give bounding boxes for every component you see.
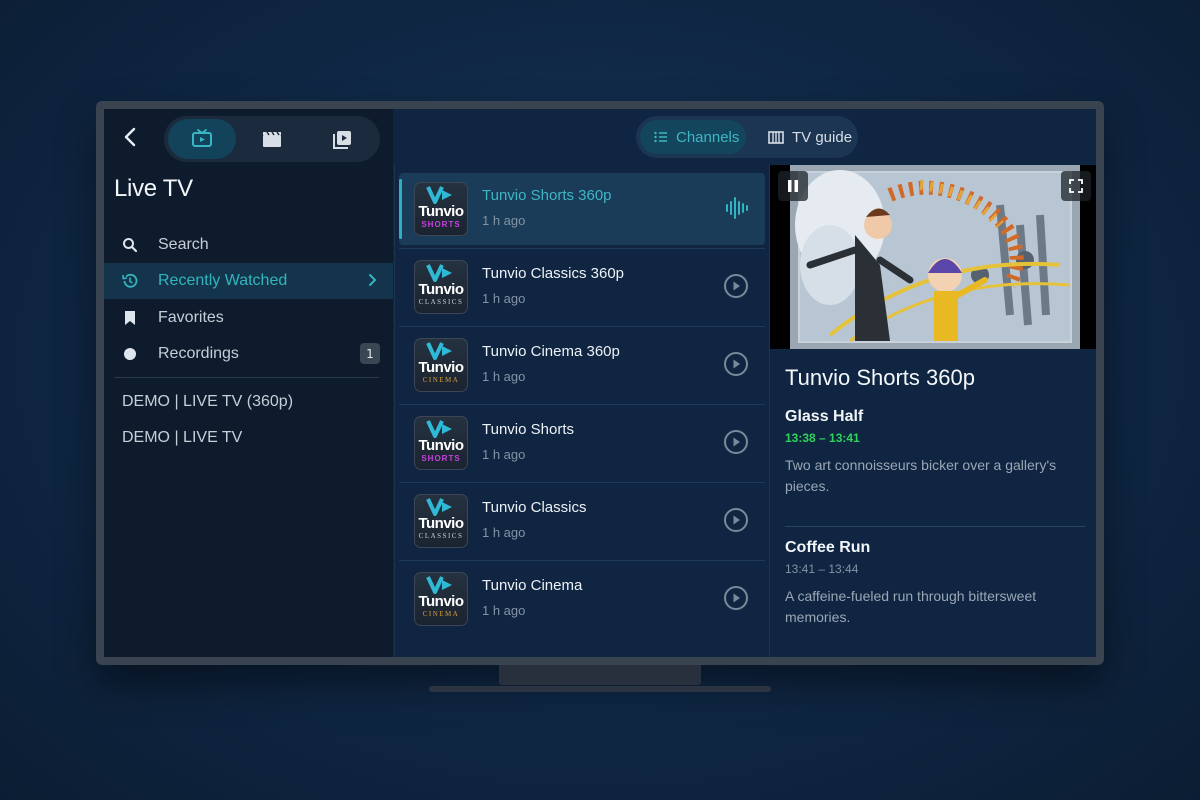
video-player[interactable] [770, 165, 1096, 349]
fullscreen-icon [1069, 179, 1083, 193]
channel-row[interactable]: Tunvio SHORTS Tunvio Shorts 1 h ago [399, 407, 765, 479]
row-divider [399, 560, 765, 561]
tunvio-logo-mark [426, 186, 452, 204]
channel-logo: Tunvio CLASSICS [414, 260, 468, 314]
channel-row[interactable]: Tunvio CINEMA Tunvio Cinema 360p 1 h ago [399, 329, 765, 401]
program-description: Two art connoisseurs bicker over a galle… [785, 457, 1057, 494]
detail-channel-title: Tunvio Shorts 360p [785, 365, 975, 390]
play-circle-icon[interactable] [723, 429, 749, 455]
channel-row[interactable]: Tunvio CLASSICS Tunvio Classics 1 h ago [399, 485, 765, 557]
tunvio-logo-mark [426, 264, 452, 282]
row-divider [399, 326, 765, 327]
sidebar-item-label: Recordings [158, 345, 239, 362]
channel-name: Tunvio Cinema [482, 577, 583, 594]
tv-icon [192, 129, 212, 147]
now-playing-audio-icon [726, 197, 748, 219]
row-divider [399, 404, 765, 405]
series-library-icon [333, 131, 351, 149]
pause-button[interactable] [778, 171, 808, 201]
sidebar-divider [114, 377, 379, 378]
channel-last-watched: 1 h ago [482, 291, 526, 306]
tunvio-logo-mark [426, 420, 452, 438]
list-icon [654, 131, 668, 143]
channel-row[interactable]: Tunvio CLASSICS Tunvio Classics 360p 1 h… [399, 251, 765, 323]
channel-last-watched: 1 h ago [482, 447, 526, 462]
sidebar-item-favorites[interactable]: Favorites [104, 300, 393, 336]
tab-tv-guide[interactable]: TV guide [754, 120, 854, 154]
mode-button-movies[interactable] [238, 119, 306, 159]
program-time: 13:41 – 13:44 [785, 562, 859, 576]
play-circle-icon[interactable] [723, 351, 749, 377]
program-divider [785, 526, 1085, 527]
tab-channels[interactable]: Channels [640, 120, 746, 154]
sidebar-item-label: Search [158, 236, 209, 253]
mode-button-series[interactable] [308, 119, 376, 159]
chevron-right-icon [369, 274, 377, 286]
channel-last-watched: 1 h ago [482, 603, 526, 618]
tab-label: TV guide [792, 128, 853, 146]
channel-logo: Tunvio SHORTS [414, 182, 468, 236]
sidebar-item-label: Favorites [158, 309, 224, 326]
channel-logo: Tunvio SHORTS [414, 416, 468, 470]
program-time-live: 13:38 – 13:41 [785, 431, 860, 445]
tunvio-logo-mark [426, 576, 452, 594]
tv-stand [499, 665, 701, 685]
fullscreen-button[interactable] [1061, 171, 1091, 201]
channel-name: Tunvio Classics [482, 499, 587, 516]
tab-label: Channels [676, 128, 740, 146]
back-button[interactable] [118, 125, 142, 149]
channel-name: Tunvio Shorts [482, 421, 574, 438]
sidebar: Live TV Search Recently Watched Favorite… [104, 109, 393, 657]
bookmark-icon [120, 310, 140, 326]
active-indicator [399, 179, 402, 239]
tunvio-logo-mark [426, 342, 452, 360]
history-icon [120, 272, 140, 290]
sidebar-item-recordings[interactable]: Recordings 1 [104, 336, 393, 372]
program-title: Glass Half [785, 408, 864, 425]
play-circle-icon[interactable] [723, 585, 749, 611]
program-title: Coffee Run [785, 539, 871, 556]
row-divider [399, 482, 765, 483]
sidebar-item-search[interactable]: Search [104, 227, 393, 263]
search-icon [120, 237, 140, 253]
play-circle-icon[interactable] [723, 273, 749, 299]
row-divider [399, 248, 765, 249]
record-icon [120, 347, 140, 361]
sidebar-group-live-tv-360p[interactable]: DEMO | LIVE TV (360p) [122, 393, 293, 411]
chevron-left-icon [124, 127, 136, 147]
channel-last-watched: 1 h ago [482, 213, 526, 228]
channel-row[interactable]: Tunvio CINEMA Tunvio Cinema 1 h ago [399, 563, 765, 635]
channel-logo: Tunvio CINEMA [414, 338, 468, 392]
channel-name: Tunvio Cinema 360p [482, 343, 620, 360]
program-description: A caffeine-fueled run through bitterswee… [785, 588, 1037, 625]
sidebar-item-label: Recently Watched [158, 272, 288, 289]
play-circle-icon[interactable] [723, 507, 749, 533]
channel-logo: Tunvio CLASSICS [414, 494, 468, 548]
channel-logo: Tunvio CINEMA [414, 572, 468, 626]
channel-list: Tunvio SHORTS Tunvio Shorts 360p 1 h ago… [394, 165, 769, 657]
mode-button-live-tv[interactable] [168, 119, 236, 159]
channel-last-watched: 1 h ago [482, 525, 526, 540]
tunvio-logo-mark [426, 498, 452, 516]
pause-icon [788, 180, 798, 192]
view-tabs: Channels TV guide [636, 116, 858, 158]
page-title: Live TV [114, 175, 193, 202]
sidebar-item-recently-watched[interactable]: Recently Watched [104, 263, 393, 299]
channel-name: Tunvio Shorts 360p [482, 187, 612, 204]
channel-name: Tunvio Classics 360p [482, 265, 625, 282]
mode-switch [164, 116, 380, 162]
channel-row[interactable]: Tunvio SHORTS Tunvio Shorts 360p 1 h ago [399, 173, 765, 245]
sidebar-group-live-tv[interactable]: DEMO | LIVE TV [122, 429, 242, 447]
tv-stand-base [429, 686, 771, 692]
channel-last-watched: 1 h ago [482, 369, 526, 384]
recordings-count-badge: 1 [360, 343, 380, 364]
tv-screen: Live TV Search Recently Watched Favorite… [104, 109, 1096, 657]
grid-guide-icon [768, 130, 784, 144]
video-frame-illustration [770, 165, 1096, 349]
movie-clapper-icon [263, 131, 281, 147]
channel-detail-panel: Tunvio Shorts 360p Glass Half 13:38 – 13… [769, 165, 1096, 657]
